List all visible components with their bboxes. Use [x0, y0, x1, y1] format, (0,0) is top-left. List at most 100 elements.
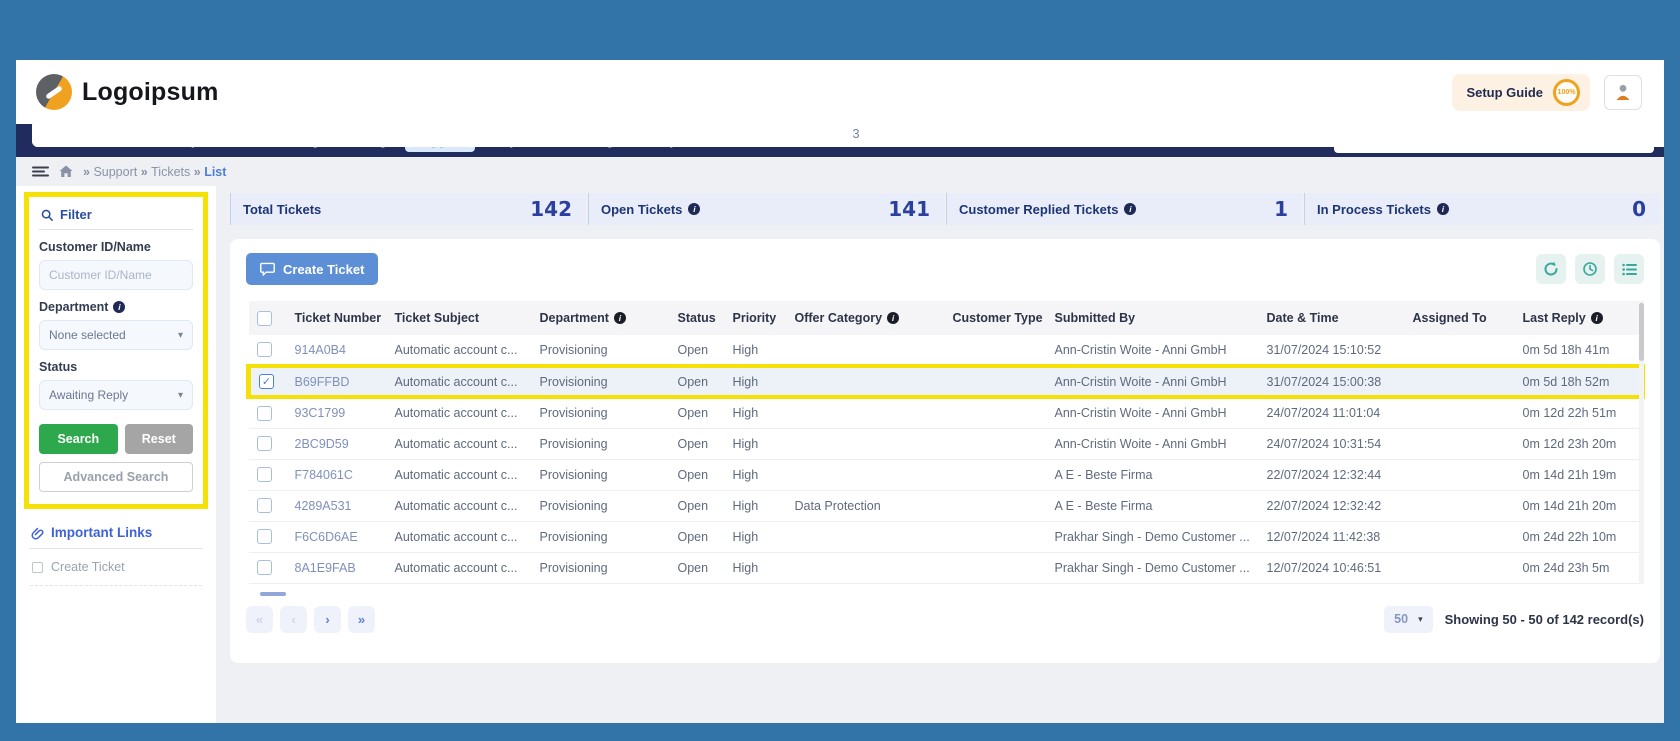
table-row[interactable]: 8A1E9FABAutomatic account c...Provisioni… [249, 552, 1643, 583]
cell-assigned-to [1405, 397, 1515, 428]
table-row[interactable]: 93C1799Automatic account c...Provisionin… [249, 397, 1643, 428]
cell-assigned-to [1405, 428, 1515, 459]
cell-customer-type [945, 490, 1047, 521]
stat-label-text: Total Tickets [243, 202, 321, 217]
column-header-date-time[interactable]: Date & Time [1259, 301, 1405, 335]
row-checkbox[interactable] [257, 406, 272, 421]
table-row[interactable]: 4289A531Automatic account c...Provisioni… [249, 490, 1643, 521]
page-button-3[interactable]: 3 [32, 120, 1664, 147]
info-icon: i [688, 203, 700, 215]
link-item-create-ticket[interactable]: Create Ticket [30, 549, 202, 586]
table-row[interactable]: 2BC9D59Automatic account c...Provisionin… [249, 428, 1643, 459]
stat-value: 142 [530, 197, 572, 221]
table-row[interactable]: ✓B69FFBDAutomatic account c...Provisioni… [249, 366, 1643, 397]
home-icon[interactable] [59, 165, 73, 178]
prev-page-button[interactable]: ‹ [280, 606, 307, 633]
department-select-value: None selected [49, 328, 126, 342]
cell-department: Provisioning [532, 428, 670, 459]
cell-number[interactable]: F784061C [287, 459, 387, 490]
link-item-label: Create Ticket [51, 560, 125, 574]
stat-label: Open Ticketsi [601, 202, 700, 217]
department-select[interactable]: None selected ▾ [39, 320, 193, 350]
column-header-priority[interactable]: Priority [725, 301, 787, 335]
create-ticket-label: Create Ticket [283, 262, 364, 277]
breadcrumb-item-support[interactable]: Support [93, 165, 140, 179]
history-button[interactable] [1575, 254, 1605, 284]
refresh-button[interactable] [1536, 254, 1566, 284]
stat-label: In Process Ticketsi [1317, 202, 1449, 217]
department-label: Department i [39, 300, 193, 314]
row-checkbox[interactable] [257, 498, 272, 513]
column-header-assigned-to[interactable]: Assigned To [1405, 301, 1515, 335]
column-header-department[interactable]: Departmenti [532, 301, 670, 335]
important-links-label: Important Links [51, 525, 152, 540]
menu-toggle-icon[interactable] [32, 165, 49, 178]
row-checkbox-cell [249, 521, 287, 552]
first-page-button[interactable]: « [246, 606, 273, 633]
cell-subject: Automatic account c... [387, 335, 532, 366]
cell-submitted-by: Ann-Cristin Woite - Anni GmbH [1047, 397, 1259, 428]
sidebar: Filter Customer ID/Name Department i Non… [16, 186, 216, 723]
row-checkbox[interactable]: ✓ [259, 374, 274, 389]
cell-submitted-by: Ann-Cristin Woite - Anni GmbH [1047, 335, 1259, 366]
column-header-offer-category[interactable]: Offer Categoryi [787, 301, 945, 335]
cell-status: Open [670, 366, 725, 397]
horizontal-scrollbar[interactable] [260, 592, 286, 596]
setup-guide-button[interactable]: Setup Guide 100% [1452, 74, 1590, 111]
brand: Logoipsum [36, 74, 219, 110]
cell-assigned-to [1405, 521, 1515, 552]
reset-button[interactable]: Reset [125, 424, 193, 454]
customer-id-input[interactable] [39, 260, 193, 290]
table-row[interactable]: 914A0B4Automatic account c...Provisionin… [249, 335, 1643, 366]
cell-department: Provisioning [532, 490, 670, 521]
cell-date-time: 12/07/2024 10:46:51 [1259, 552, 1405, 583]
cell-number[interactable]: 93C1799 [287, 397, 387, 428]
column-header-ticket-subject[interactable]: Ticket Subject [387, 301, 532, 335]
column-header-status[interactable]: Status [670, 301, 725, 335]
row-checkbox[interactable] [257, 560, 272, 575]
refresh-icon [1543, 261, 1559, 277]
select-all-checkbox[interactable] [257, 311, 272, 326]
cell-number[interactable]: F6C6D6AE [287, 521, 387, 552]
row-checkbox[interactable] [257, 467, 272, 482]
chevron-down-icon: ▾ [178, 330, 183, 341]
cell-last-reply: 0m 24d 22h 10m [1515, 521, 1643, 552]
column-header-ticket-number[interactable]: Ticket Number [287, 301, 387, 335]
cell-submitted-by: A E - Beste Firma [1047, 490, 1259, 521]
column-header-label: Priority [733, 311, 777, 325]
breadcrumb-item-list[interactable]: List [204, 165, 226, 179]
row-checkbox[interactable] [257, 342, 272, 357]
cell-department: Provisioning [532, 521, 670, 552]
breadcrumb-item-tickets[interactable]: Tickets [151, 165, 194, 179]
table-row[interactable]: F784061CAutomatic account c...Provisioni… [249, 459, 1643, 490]
vertical-scrollbar[interactable] [1639, 301, 1644, 584]
link-icon [30, 526, 44, 540]
cell-priority: High [725, 552, 787, 583]
cell-number[interactable]: 8A1E9FAB [287, 552, 387, 583]
table-row[interactable]: F6C6D6AEAutomatic account c...Provisioni… [249, 521, 1643, 552]
next-page-button[interactable]: › [314, 606, 341, 633]
cell-date-time: 31/07/2024 15:00:38 [1259, 366, 1405, 397]
column-header-submitted-by[interactable]: Submitted By [1047, 301, 1259, 335]
create-ticket-button[interactable]: Create Ticket [246, 253, 378, 285]
status-select[interactable]: Awaiting Reply ▾ [39, 380, 193, 410]
list-view-button[interactable] [1614, 254, 1644, 284]
page-size-select[interactable]: 50 ▾ [1384, 606, 1432, 633]
cell-number[interactable]: B69FFBD [287, 366, 387, 397]
bullet-square-icon [32, 562, 43, 573]
stat-label-text: Customer Replied Tickets [959, 202, 1118, 217]
info-icon: i [1437, 203, 1449, 215]
avatar[interactable] [1604, 75, 1642, 110]
cell-number[interactable]: 4289A531 [287, 490, 387, 521]
search-button[interactable]: Search [39, 424, 118, 454]
advanced-search-button[interactable]: Advanced Search [39, 462, 193, 492]
row-checkbox[interactable] [257, 529, 272, 544]
row-checkbox[interactable] [257, 436, 272, 451]
cell-number[interactable]: 914A0B4 [287, 335, 387, 366]
cell-status: Open [670, 335, 725, 366]
column-header-last-reply[interactable]: Last Replyi [1515, 301, 1643, 335]
cell-status: Open [670, 459, 725, 490]
column-header-customer-type[interactable]: Customer Type [945, 301, 1047, 335]
cell-number[interactable]: 2BC9D59 [287, 428, 387, 459]
last-page-button[interactable]: » [348, 606, 375, 633]
